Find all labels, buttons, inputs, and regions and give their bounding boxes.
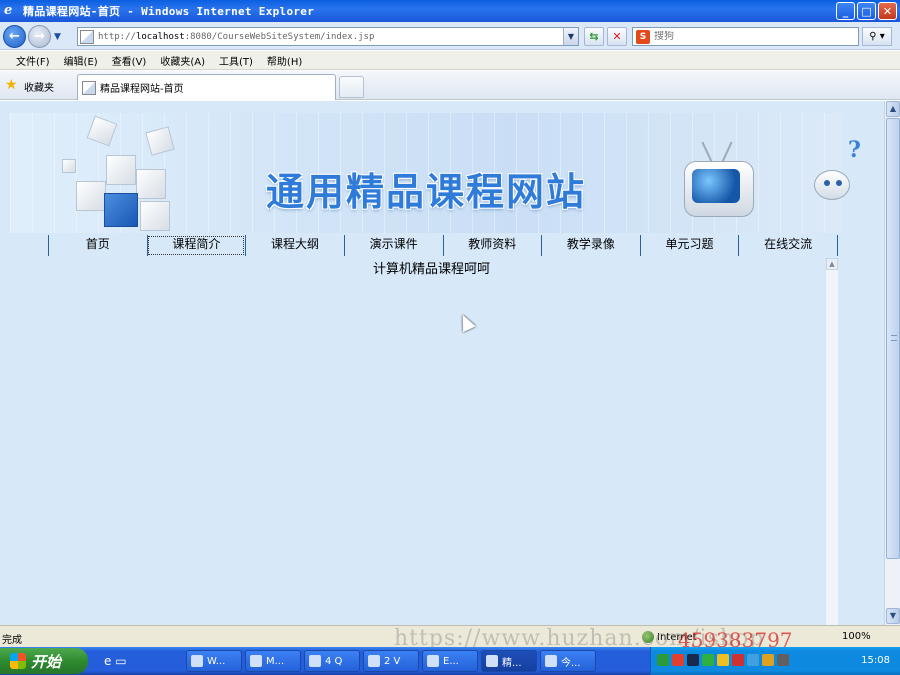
star-icon[interactable]: ★: [5, 77, 18, 93]
new-tab-button[interactable]: [339, 76, 364, 98]
scroll-thumb[interactable]: [886, 118, 900, 559]
question-mark-icon: ?: [848, 137, 861, 163]
tray-icon[interactable]: [702, 654, 714, 666]
favorites-bar: ★ 收藏夹 精品课程网站-首页: [0, 71, 900, 100]
maximize-button[interactable]: □: [857, 2, 876, 20]
course-intro-text: 计算机精品课程呵呵: [373, 262, 491, 277]
page-icon: [80, 29, 94, 44]
address-bar[interactable]: http://localhost:8080/CourseWebSiteSyste…: [77, 27, 579, 46]
web-content: 通用精品课程网站 ? 首页 课程简介 课程大纲 演示课件 教师资料 教学录像 单…: [0, 101, 884, 625]
task-button[interactable]: 今...: [540, 650, 596, 672]
app-icon: [250, 655, 262, 667]
tray-icon[interactable]: [672, 654, 684, 666]
menu-help[interactable]: 帮助(H): [267, 53, 302, 68]
zoom-level[interactable]: 100%: [842, 631, 871, 642]
nav-course-intro[interactable]: 课程简介: [146, 235, 246, 256]
task-button[interactable]: W...: [186, 650, 242, 672]
refresh-button[interactable]: ⇆: [584, 27, 604, 46]
arrow-left-icon: ←: [9, 29, 20, 44]
nav-syllabus[interactable]: 课程大纲: [245, 235, 344, 256]
page-icon: [82, 80, 96, 95]
sogou-logo-icon: S: [636, 29, 650, 44]
site-nav: 首页 课程简介 课程大纲 演示课件 教师资料 教学录像 单元习题 在线交流: [48, 235, 838, 256]
app-icon: [545, 655, 557, 667]
clock[interactable]: 15:08: [861, 655, 890, 666]
tab-current[interactable]: 精品课程网站-首页: [77, 74, 336, 100]
robot-graphic: [808, 166, 856, 212]
windows-flag-icon: [10, 653, 26, 669]
menu-favorites[interactable]: 收藏夹(A): [160, 53, 205, 68]
nav-teacher-info[interactable]: 教师资料: [442, 235, 542, 256]
tray-icon[interactable]: [657, 654, 669, 666]
window-title: 精品课程网站-首页 - Windows Internet Explorer: [23, 5, 315, 18]
taskbar: 开始 e ▭ W... M... 4 Q 2 V E... 精... 今... …: [0, 647, 900, 675]
menu-view[interactable]: 查看(V): [112, 53, 147, 68]
tab-title: 精品课程网站-首页: [100, 84, 184, 95]
menu-tools[interactable]: 工具(T): [219, 53, 253, 68]
favorites-button[interactable]: 收藏夹: [24, 79, 54, 94]
task-button[interactable]: 2 V: [363, 650, 419, 672]
scroll-up-icon[interactable]: ▲: [826, 258, 838, 270]
stop-button[interactable]: ✕: [607, 27, 627, 46]
search-icon: ⚲ ▾: [869, 31, 885, 42]
address-toolbar: ← → ▼ http://localhost:8080/CourseWebSit…: [0, 22, 900, 50]
menu-bar: 文件(F) 编辑(E) 查看(V) 收藏夹(A) 工具(T) 帮助(H): [0, 51, 900, 70]
task-button[interactable]: 4 Q: [304, 650, 360, 672]
tray-icon[interactable]: [747, 654, 759, 666]
page-scrollbar[interactable]: ▲ ▼: [884, 101, 900, 625]
refresh-icon: ⇆: [589, 30, 599, 43]
task-button-active[interactable]: 精...: [481, 650, 537, 672]
frame-scrollbar[interactable]: ▲: [825, 258, 838, 625]
window-titlebar[interactable]: e 精品课程网站-首页 - Windows Internet Explorer …: [0, 0, 900, 22]
start-button[interactable]: 开始: [0, 648, 88, 674]
search-button[interactable]: ⚲ ▾: [862, 27, 892, 46]
nav-online-chat[interactable]: 在线交流: [738, 235, 838, 256]
history-dropdown-icon[interactable]: ▼: [54, 32, 61, 42]
speaker-icon[interactable]: [777, 654, 789, 666]
search-box[interactable]: S: [632, 27, 859, 46]
window-controls: _ □ ✕: [836, 2, 897, 20]
folder-icon: [368, 655, 380, 667]
task-button[interactable]: M...: [245, 650, 301, 672]
arrow-right-icon: →: [34, 29, 45, 44]
back-button[interactable]: ←: [3, 25, 26, 48]
address-dropdown-icon[interactable]: ▼: [563, 28, 578, 45]
tray-icon[interactable]: [687, 654, 699, 666]
site-banner: 通用精品课程网站: [10, 113, 843, 233]
ie-icon: [486, 655, 498, 667]
scroll-down-button[interactable]: ▼: [886, 608, 900, 624]
minimize-button[interactable]: _: [836, 2, 855, 20]
scroll-up-button[interactable]: ▲: [886, 101, 900, 117]
menu-edit[interactable]: 编辑(E): [64, 53, 98, 68]
banner-title: 通用精品课程网站: [266, 170, 587, 214]
search-input[interactable]: [654, 31, 844, 42]
status-text: 完成: [2, 635, 22, 646]
nav-exercises[interactable]: 单元习题: [639, 235, 739, 256]
address-url[interactable]: http://localhost:8080/CourseWebSiteSyste…: [98, 32, 374, 42]
menu-file[interactable]: 文件(F): [16, 53, 50, 68]
tray-icon[interactable]: [717, 654, 729, 666]
tray-icon[interactable]: [732, 654, 744, 666]
tray-icons: [657, 654, 789, 666]
nav-slides[interactable]: 演示课件: [343, 235, 443, 256]
quick-launch[interactable]: e ▭: [104, 654, 127, 668]
tv-graphic: [680, 141, 760, 221]
stop-icon: ✕: [612, 30, 622, 43]
system-tray: 15:08: [650, 647, 900, 675]
task-buttons: W... M... 4 Q 2 V E... 精... 今...: [186, 650, 596, 672]
tray-icon[interactable]: [762, 654, 774, 666]
ie-icon: e: [4, 3, 13, 18]
forward-button[interactable]: →: [28, 25, 51, 48]
task-button[interactable]: E...: [422, 650, 478, 672]
app-icon: [427, 655, 439, 667]
app-icon: [191, 655, 203, 667]
close-button[interactable]: ✕: [878, 2, 897, 20]
nav-videos[interactable]: 教学录像: [541, 235, 640, 256]
cubes-graphic: [56, 115, 186, 233]
nav-home[interactable]: 首页: [48, 235, 147, 256]
qq-icon: [309, 655, 321, 667]
